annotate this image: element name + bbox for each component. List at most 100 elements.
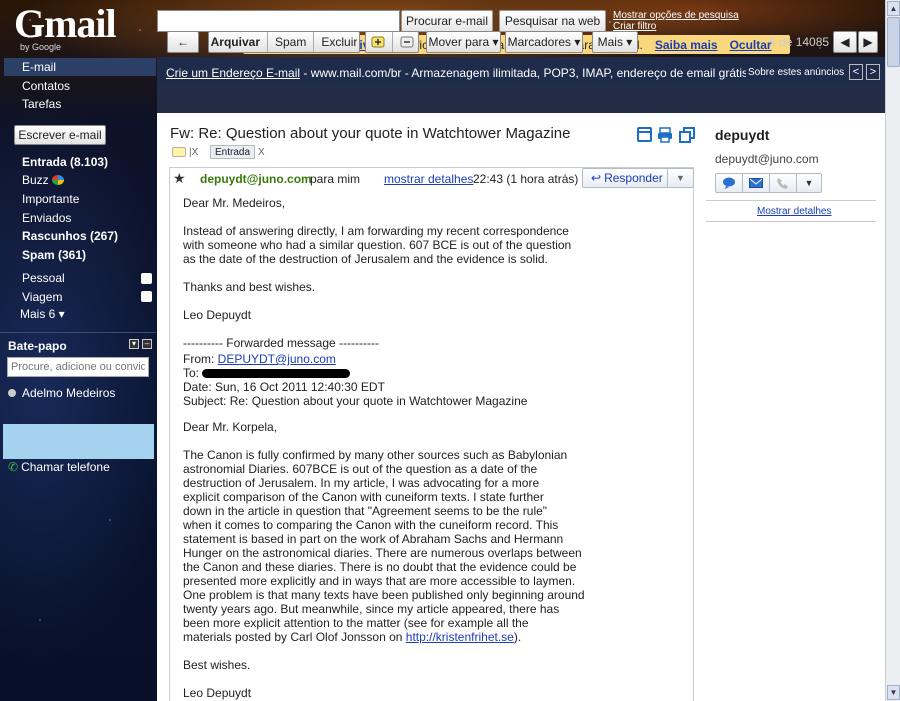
spam-button[interactable]: Spam [268,32,315,52]
nav-email[interactable]: E-mail [22,60,56,74]
to-label: To: [183,366,203,380]
buzz-icon [51,175,64,185]
contact-action-buttons: ▼ [715,173,822,193]
nav-contacts[interactable]: Contatos [22,79,70,93]
chevron-down-icon[interactable]: ▼ [797,174,821,192]
nav-spam[interactable]: Spam (361) [22,248,86,262]
new-window-icon[interactable] [637,127,652,142]
scroll-up-icon[interactable]: ▲ [887,1,900,16]
label-chip-inbox[interactable]: Entrada X [210,145,265,159]
scroll-down-icon[interactable]: ▼ [887,685,900,700]
forward-subject-line: Subject: Re: Question about your quote i… [183,394,528,408]
gmail-logo[interactable]: Gmail by Google [14,1,117,53]
chat-search-input[interactable] [7,357,149,377]
action-button-group: Arquivar Spam Excluir [208,31,360,53]
chat-contact-name: Adelmo Medeiros [22,386,116,400]
phone-icon: ✆ [8,460,19,474]
redacted-address [202,369,351,378]
forward-from-line: From: DEPUYDT@juno.com [183,352,336,366]
nav-label-travel[interactable]: Viagem [22,290,62,304]
chat-header: Bate-papo ▾ – [0,332,156,354]
call-phone-label: Chamar telefone [21,460,110,474]
phone-icon[interactable] [770,174,797,192]
email-icon[interactable] [743,174,770,192]
sender-address[interactable]: depuydt@juno.com [200,172,312,186]
newer-message-button[interactable]: ◀ [833,31,857,53]
search-web-button[interactable]: Pesquisar na web [499,10,606,32]
logo-by-google: by Google [20,42,62,52]
more-actions-button[interactable]: Mais ▾ [592,31,638,53]
hide-notification-link[interactable]: Ocultar [730,38,772,52]
kristenfrihet-link[interactable]: http://kristenfrihet.se [406,630,514,644]
message-counter: 5 de 14085 [769,35,830,49]
nav-buzz-label: Buzz [22,173,49,187]
add-label-icon[interactable] [364,32,393,52]
message-body-signoff: Best wishes. Leo Depuydt [183,658,252,700]
nav-important[interactable]: Importante [22,192,79,206]
compose-button[interactable]: Escrever e-mail [14,125,106,145]
chat-minimize-icon[interactable]: – [142,339,152,349]
label-chip-flag[interactable]: |X [172,145,198,159]
call-phone-link[interactable]: ✆ Chamar telefone [8,460,110,474]
reply-arrow-icon: ↩ [591,171,602,185]
nav-inbox[interactable]: Entrada (8.103) [22,155,108,169]
archive-button[interactable]: Arquivar [204,32,268,52]
ad-prev-icon[interactable]: < [849,64,863,80]
ad-bar: Crie um Endereço E-mail - www.mail.com/b… [157,57,885,85]
label-add-remove-group [365,31,419,53]
move-to-button[interactable]: Mover para ▾ [426,31,501,53]
ad-description: - www.mail.com/br - Armazenagem ilimitad… [303,66,746,80]
close-icon[interactable]: X [258,147,265,158]
ad-next-icon[interactable]: > [866,64,880,80]
contact-show-details-link[interactable]: Mostrar detalhes [757,206,831,217]
back-arrow-icon: ← [177,35,189,49]
chevron-down-icon[interactable]: ▼ [667,169,693,187]
ad-link[interactable]: Crie um Endereço E-mail [166,66,300,80]
delete-button[interactable]: Excluir [314,32,364,52]
nav-label-personal[interactable]: Pessoal [22,271,65,285]
label-color-square-icon[interactable] [141,273,152,284]
message-body-intro: Dear Mr. Medeiros, Instead of answering … [183,196,572,350]
label-color-square-icon[interactable] [141,291,152,302]
labels-button[interactable]: Marcadores ▾ [505,31,583,53]
forward-to-line: To: [183,366,351,380]
about-ads-link[interactable]: Sobre estes anúncios [748,67,844,78]
close-icon[interactable]: |X [189,147,198,158]
chat-contact[interactable]: Adelmo Medeiros [8,386,115,400]
nav-buzz[interactable]: Buzz [22,173,64,187]
ad-text: Crie um Endereço E-mail - www.mail.com/b… [166,66,746,80]
from-email-link[interactable]: DEPUYDT@juno.com [218,352,336,366]
print-icon[interactable] [657,127,672,143]
inbox-label: Entrada [210,145,256,159]
chat-options-icon[interactable]: ▾ [129,339,139,349]
forward-date-line: Date: Sun, 16 Oct 2011 12:40:30 EDT [183,380,385,394]
nav-tasks[interactable]: Tarefas [22,97,61,111]
nav-sent[interactable]: Enviados [22,211,71,225]
expand-window-icon[interactable] [679,127,695,143]
nav-drafts[interactable]: Rascunhos (267) [22,229,118,243]
contact-name: depuydt [715,127,770,143]
chat-bubble-icon[interactable] [716,174,743,192]
chat-title: Bate-papo [8,339,67,353]
mail-search-input[interactable] [157,10,400,32]
logo-word: Gmail [14,1,117,46]
back-to-inbox-button[interactable]: ← [167,31,199,53]
chat-status-box[interactable] [3,424,154,459]
search-mail-button[interactable]: Procurar e-mail [401,10,493,32]
star-icon[interactable]: ★ [173,170,186,187]
scroll-thumb[interactable] [887,17,900,67]
reply-button[interactable]: ↩ Responder ▼ [582,168,694,188]
remove-label-icon[interactable] [393,32,421,52]
page-scrollbar[interactable]: ▲ ▼ [885,0,900,701]
search-links: Mostrar opções de pesquisa Criar filtro [613,10,739,32]
older-message-button[interactable]: ▶ [858,31,878,53]
triangle-right-icon: ▶ [863,35,873,49]
nav-more-labels[interactable]: Mais 6 ▾ [20,307,65,321]
show-details-link[interactable]: mostrar detalhes [384,172,473,186]
search-options-link[interactable]: Mostrar opções de pesquisa [613,10,739,21]
learn-more-link[interactable]: Saiba mais [655,38,718,52]
recipient-to-me: para mim [310,172,361,186]
label-tag-icon [172,147,186,157]
message-subject: Fw: Re: Question about your quote in Wat… [170,125,571,142]
status-dot-icon [8,389,16,397]
